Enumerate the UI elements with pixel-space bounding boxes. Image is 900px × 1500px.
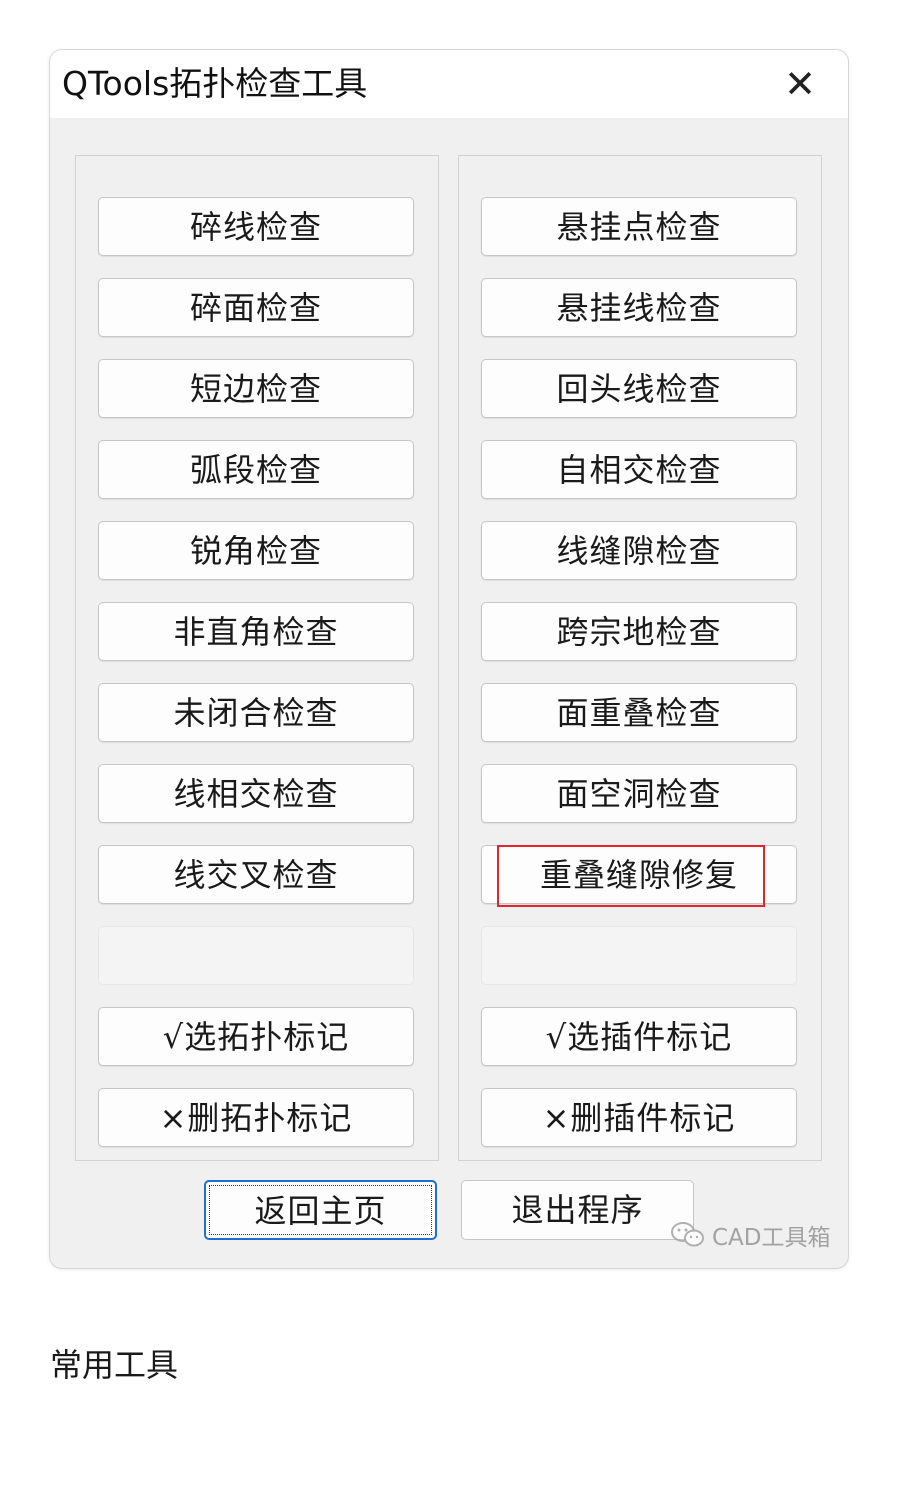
unclosed-check-button[interactable]: 未闭合检查	[98, 683, 414, 742]
return-home-label: 返回主页	[254, 1192, 387, 1230]
acute-angle-check-button[interactable]: 锐角检查	[98, 521, 414, 580]
left-empty-button	[98, 926, 414, 985]
watermark: CAD工具箱	[670, 1216, 831, 1254]
arc-segment-check-button[interactable]: 弧段检查	[98, 440, 414, 499]
wechat-icon	[670, 1221, 706, 1249]
title-bar: QTools拓扑检查工具 ✕	[50, 50, 848, 118]
return-home-button[interactable]: 返回主页	[204, 1180, 437, 1240]
line-gap-check-button[interactable]: 线缝隙检查	[481, 521, 797, 580]
window-title: QTools拓扑检查工具	[62, 64, 368, 103]
line-cross-check-button[interactable]: 线交叉检查	[98, 845, 414, 904]
dangling-line-check-button[interactable]: 悬挂线检查	[481, 278, 797, 337]
self-intersect-check-button[interactable]: 自相交检查	[481, 440, 797, 499]
dangling-point-check-button[interactable]: 悬挂点检查	[481, 197, 797, 256]
fragment-line-check-button[interactable]: 碎线检查	[98, 197, 414, 256]
exit-program-button[interactable]: 退出程序	[461, 1180, 694, 1240]
select-plugin-marks-button[interactable]: √选插件标记	[481, 1007, 797, 1066]
fragment-polygon-check-button[interactable]: 碎面检查	[98, 278, 414, 337]
watermark-text: CAD工具箱	[712, 1225, 831, 1251]
delete-plugin-marks-button[interactable]: ×删插件标记	[481, 1088, 797, 1147]
non-right-angle-check-button[interactable]: 非直角检查	[98, 602, 414, 661]
select-topology-marks-button[interactable]: √选拓扑标记	[98, 1007, 414, 1066]
left-tool-panel: 碎线检查 碎面检查 短边检查 弧段检查 锐角检查 非直角检查 未闭合检查 线相交…	[75, 155, 439, 1161]
cross-parcel-check-button[interactable]: 跨宗地检查	[481, 602, 797, 661]
polygon-overlap-check-button[interactable]: 面重叠检查	[481, 683, 797, 742]
right-empty-button	[481, 926, 797, 985]
highlight-box	[497, 845, 765, 907]
close-icon[interactable]: ✕	[780, 64, 820, 104]
delete-topology-marks-button[interactable]: ×删拓扑标记	[98, 1088, 414, 1147]
caption-text: 常用工具	[50, 1346, 179, 1384]
backtrack-line-check-button[interactable]: 回头线检查	[481, 359, 797, 418]
short-edge-check-button[interactable]: 短边检查	[98, 359, 414, 418]
line-intersect-check-button[interactable]: 线相交检查	[98, 764, 414, 823]
right-tool-panel: 悬挂点检查 悬挂线检查 回头线检查 自相交检查 线缝隙检查 跨宗地检查 面重叠检…	[458, 155, 822, 1161]
topology-check-dialog: QTools拓扑检查工具 ✕ 碎线检查 碎面检查 短边检查 弧段检查 锐角检查 …	[50, 50, 848, 1268]
polygon-hole-check-button[interactable]: 面空洞检查	[481, 764, 797, 823]
